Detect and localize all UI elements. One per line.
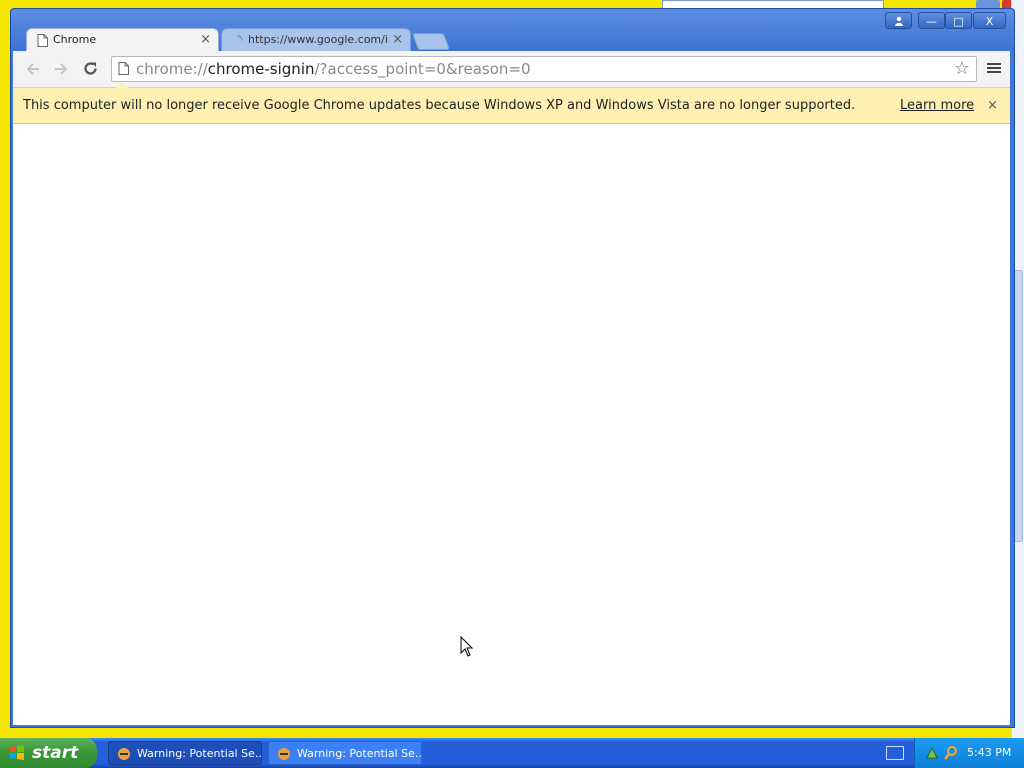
infobar-close-icon[interactable]: × [987, 88, 998, 123]
taskbar: start Warning: Potential Se... Warning: … [0, 738, 1024, 768]
reload-icon [83, 62, 97, 75]
arrow-right-icon [55, 63, 68, 75]
tab-chrome[interactable]: Chrome × [26, 28, 219, 52]
tab-label: Chrome [53, 33, 97, 46]
hamburger-menu-icon-bar [987, 71, 1001, 73]
toolbar: chrome://chrome-signin/?access_point=0&r… [13, 51, 1010, 88]
chrome-menu-button[interactable] [987, 61, 1001, 75]
tab-label: https://www.google.com/intl/en/chrome/ [248, 33, 388, 46]
minimize-button[interactable]: — [918, 12, 945, 29]
arrow-left-icon [26, 63, 39, 75]
warning-app-icon [278, 748, 290, 760]
network-icon[interactable] [925, 746, 939, 760]
mouse-cursor-icon [460, 636, 474, 657]
maximize-icon: □ [953, 15, 964, 28]
maximize-button[interactable]: □ [945, 12, 972, 29]
start-button[interactable]: start [0, 738, 97, 768]
person-icon [894, 16, 903, 26]
search-tray-icon[interactable] [943, 745, 959, 761]
taskbar-item-label: Warning: Potential Se... [137, 747, 262, 760]
url-text[interactable]: chrome://chrome-signin/?access_point=0&r… [136, 57, 531, 81]
update-infobar: This computer will no longer receive Goo… [13, 88, 1010, 124]
reload-button[interactable] [80, 59, 100, 79]
taskbar-item[interactable]: Warning: Potential Se... [108, 741, 262, 765]
warning-app-icon [118, 748, 130, 760]
start-label: start [32, 743, 79, 763]
loading-spinner-icon [237, 35, 243, 41]
new-tab-button[interactable] [411, 33, 451, 50]
bookmark-star-icon[interactable]: ☆ [954, 57, 970, 81]
keyboard-icon[interactable] [886, 746, 904, 760]
taskbar-item-label: Warning: Potential Se... [297, 747, 422, 760]
learn-more-link[interactable]: Learn more [900, 88, 974, 123]
url-path: /?access_point=0&reason=0 [314, 60, 531, 78]
infobar-message: This computer will no longer receive Goo… [23, 98, 856, 113]
page-icon [37, 34, 48, 47]
tab-close-icon[interactable]: × [200, 29, 211, 51]
page-icon [118, 62, 129, 75]
url-scheme: chrome:// [136, 60, 208, 78]
close-window-button[interactable]: X [973, 12, 1006, 29]
close-icon: X [985, 15, 994, 28]
back-button[interactable] [23, 59, 43, 79]
system-tray: 5:43 PM [914, 738, 1024, 768]
forward-button[interactable] [51, 59, 71, 79]
hamburger-menu-icon-bar [987, 67, 1001, 69]
hamburger-menu-icon [987, 63, 1001, 65]
minimize-icon: — [926, 15, 937, 28]
url-host: chrome-signin [207, 60, 315, 78]
page-content [13, 124, 1010, 725]
tab-google-chrome-download[interactable]: https://www.google.com/intl/en/chrome/ × [221, 28, 411, 52]
profile-button[interactable] [885, 12, 912, 29]
address-bar[interactable]: chrome://chrome-signin/?access_point=0&r… [111, 56, 977, 82]
windows-logo-icon [10, 745, 24, 760]
taskbar-item[interactable]: Warning: Potential Se... [268, 741, 422, 765]
clock[interactable]: 5:43 PM [967, 738, 1011, 768]
tab-close-icon[interactable]: × [392, 29, 403, 51]
chrome-window: — □ X Chrome × https://www.google.com/in… [10, 8, 1015, 728]
